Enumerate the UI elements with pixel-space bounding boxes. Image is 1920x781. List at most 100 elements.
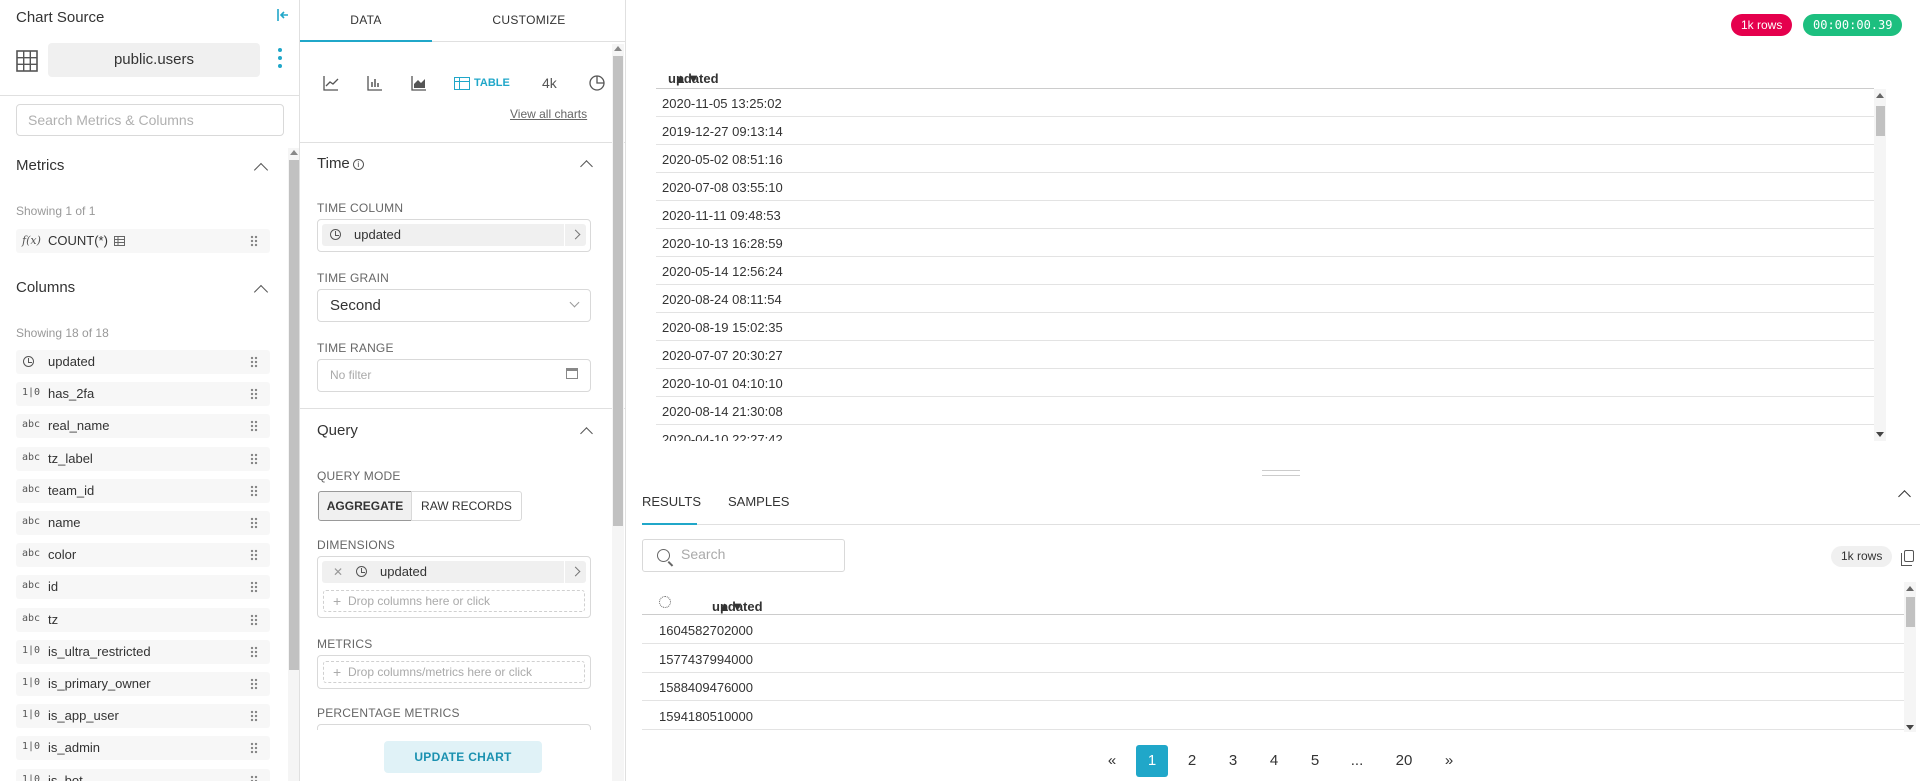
drag-handle-icon[interactable] — [250, 613, 258, 626]
sort-icon[interactable]: ▲▼ — [718, 599, 744, 614]
table-cell: 2020-08-19 15:02:35 — [662, 320, 783, 335]
table-row: 2020-07-08 03:55:10 — [656, 173, 1874, 201]
drag-handle-icon[interactable] — [250, 742, 258, 755]
boolean-type-icon: 1|0 — [22, 644, 41, 656]
query-mode-label: QUERY MODE — [317, 469, 401, 483]
string-type-icon: abc — [22, 483, 41, 495]
column-item-color[interactable]: abc color — [16, 543, 270, 568]
update-chart-button[interactable]: UPDATE CHART — [384, 741, 542, 773]
table-row: 2020-10-13 16:28:59 — [656, 229, 1874, 257]
next-page-button[interactable]: » — [1433, 745, 1465, 777]
column-name: is_ultra_restricted — [48, 643, 151, 659]
copy-icon[interactable] — [1901, 550, 1914, 566]
column-name: is_primary_owner — [48, 676, 151, 691]
column-name: team_id — [48, 482, 95, 498]
column-name: is_app_user — [48, 708, 119, 724]
results-table-header[interactable]: updated ▲▼ — [642, 587, 1904, 615]
metrics-field[interactable]: Drop columns/metrics here or click — [317, 655, 591, 689]
string-type-icon: abc — [22, 548, 41, 560]
scroll-down-arrow[interactable] — [1876, 432, 1884, 437]
drag-handle-icon[interactable] — [250, 710, 258, 723]
table-cell: 2020-05-02 08:51:16 — [662, 152, 783, 167]
page-3[interactable]: 3 — [1217, 745, 1249, 777]
search-icon — [657, 549, 670, 562]
table-cell: 1588409476000 — [659, 680, 753, 695]
results-scroll-thumb[interactable] — [1906, 597, 1915, 627]
table-row: 2020-07-07 20:30:27 — [656, 341, 1874, 369]
table-cell: 2019-12-27 09:13:14 — [662, 124, 783, 139]
drag-handle-icon[interactable] — [250, 517, 258, 529]
drag-handle-icon[interactable] — [250, 645, 258, 658]
metrics-drop-zone[interactable]: Drop columns/metrics here or click — [323, 661, 585, 683]
table-cell: 2020-07-08 03:55:10 — [662, 180, 783, 195]
table-cell: 2020-05-14 12:56:24 — [662, 264, 783, 279]
results-search-box[interactable] — [642, 539, 845, 572]
chevron-right-icon[interactable] — [564, 561, 586, 583]
page-1[interactable]: 1 — [1136, 745, 1168, 777]
table-cell: 1594180510000 — [659, 708, 753, 724]
table-cell: 2020-11-05 13:25:02 — [662, 96, 782, 111]
column-item-tz_label[interactable]: abc tz_label — [16, 446, 270, 471]
remove-icon[interactable]: ✕ — [333, 565, 343, 579]
panel-resize-handle[interactable] — [1262, 470, 1300, 476]
table-cell: 1604582702000 — [659, 623, 753, 638]
column-item-is_ultra_restricted[interactable]: 1|0 is_ultra_restricted — [16, 639, 270, 664]
column-item-is_primary_owner[interactable]: 1|0 is_primary_owner — [16, 672, 270, 696]
column-name: tz_label — [48, 450, 93, 466]
table-row: 2020-05-14 12:56:24 — [656, 257, 1874, 285]
table-row: 2020-11-05 13:25:02 — [656, 89, 1874, 117]
string-type-icon: abc — [22, 612, 41, 624]
column-item-tz[interactable]: abc tz — [16, 607, 270, 632]
table-row: 1577437994000 — [642, 645, 1904, 673]
table-row: 2020-05-02 08:51:16 — [656, 145, 1874, 173]
table-cell: 2020-07-07 20:30:27 — [662, 348, 783, 363]
aggregate-mode-button[interactable]: AGGREGATE — [318, 491, 412, 521]
table-cell: 2020-11-11 09:48:53 — [662, 208, 781, 223]
column-item-is_admin[interactable]: 1|0 is_admin — [16, 736, 270, 761]
table-row: 1604582702000 — [642, 616, 1904, 644]
column-item-team_id[interactable]: abc team_id — [16, 478, 270, 503]
scroll-up-arrow[interactable] — [1876, 93, 1884, 98]
chart-scroll-thumb[interactable] — [1876, 106, 1885, 136]
scroll-down-arrow[interactable] — [1906, 725, 1914, 730]
column-name: name — [48, 515, 81, 530]
tab-samples[interactable]: SAMPLES — [728, 487, 789, 525]
tab-results[interactable]: RESULTS — [642, 487, 701, 525]
percentage-metrics-label: PERCENTAGE METRICS — [317, 706, 460, 720]
raw-records-mode-button[interactable]: RAW RECORDS — [411, 491, 522, 521]
results-row-count: 1k rows — [1831, 546, 1893, 567]
table-cell: 2020-04-10 22:27:42 — [662, 432, 783, 441]
gear-icon[interactable] — [659, 596, 671, 608]
page-20[interactable]: 20 — [1388, 745, 1420, 777]
column-name: id — [48, 579, 59, 595]
boolean-type-icon: 1|0 — [22, 773, 41, 781]
table-cell: 2020-10-01 04:10:10 — [662, 376, 783, 391]
table-cell: 2020-08-24 08:11:54 — [662, 292, 782, 307]
chart-table-body: 2020-11-05 13:25:02 2019-12-27 09:13:14 20… — [0, 0, 1920, 441]
dimension-value: updated — [380, 564, 427, 579]
prev-page-button[interactable]: « — [1096, 745, 1128, 777]
table-row: 2020-08-19 15:02:35 — [656, 313, 1874, 341]
drag-handle-icon[interactable] — [250, 549, 258, 562]
dimension-pill[interactable]: ✕ updated — [322, 561, 586, 583]
chart-scrollbar[interactable] — [1874, 89, 1886, 441]
column-item-name[interactable]: abc name — [16, 511, 270, 535]
dimensions-field[interactable]: ✕ updated Drop columns here or click — [317, 556, 591, 618]
results-search-input[interactable] — [681, 546, 831, 562]
page-4[interactable]: 4 — [1258, 745, 1290, 777]
string-type-icon: abc — [22, 516, 41, 527]
scroll-up-arrow[interactable] — [1906, 586, 1914, 591]
column-name: is_bot — [48, 772, 83, 781]
dimensions-drop-zone[interactable]: Drop columns here or click — [323, 590, 585, 612]
drag-handle-icon[interactable] — [250, 484, 258, 497]
drag-handle-icon[interactable] — [250, 581, 258, 594]
page-5[interactable]: 5 — [1299, 745, 1331, 777]
page-2[interactable]: 2 — [1176, 745, 1208, 777]
column-item-id[interactable]: abc id — [16, 575, 270, 600]
drag-handle-icon[interactable] — [250, 678, 258, 690]
column-item-is_bot[interactable]: 1|0 is_bot — [16, 768, 270, 781]
drag-handle-icon[interactable] — [250, 774, 258, 781]
drag-handle-icon[interactable] — [250, 452, 258, 465]
table-row: 2020-10-01 04:10:10 — [656, 369, 1874, 397]
column-item-is_app_user[interactable]: 1|0 is_app_user — [16, 704, 270, 729]
